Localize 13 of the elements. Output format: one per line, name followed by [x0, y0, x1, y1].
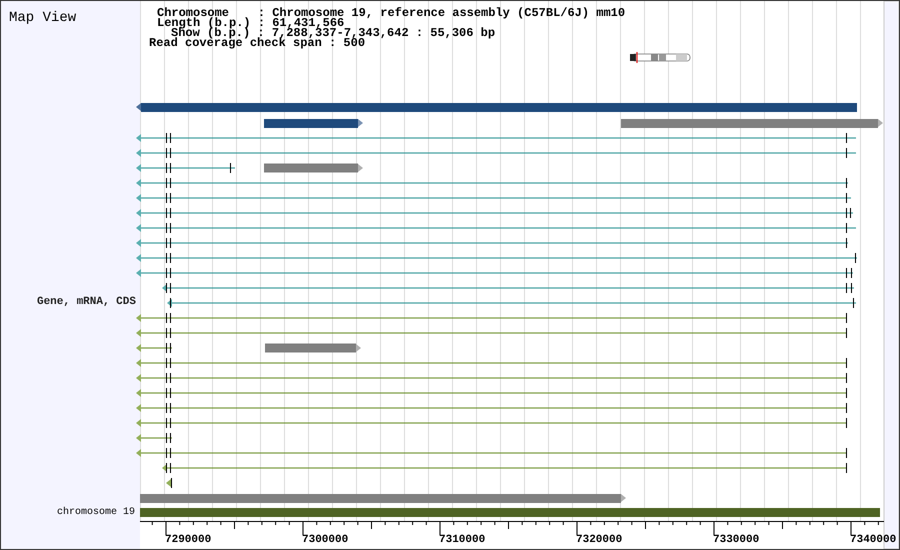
- axis-label: 7320000: [576, 534, 622, 546]
- track-label: Gene, mRNA, CDS: [36, 295, 136, 309]
- view-title: Map View: [9, 9, 76, 27]
- transcript-track: [166, 478, 172, 488]
- transcript-track: [136, 432, 172, 444]
- chromosome-ideogram-icon: [630, 52, 690, 64]
- transcript-track: [136, 342, 172, 354]
- axis-label: 7340000: [850, 534, 896, 546]
- track-label: chromosome 19: [56, 507, 135, 519]
- axis-label: 7290000: [165, 534, 212, 546]
- axis-label: 7300000: [302, 534, 348, 546]
- axis-label: 7310000: [439, 534, 486, 546]
- axis-label: 7330000: [713, 534, 760, 546]
